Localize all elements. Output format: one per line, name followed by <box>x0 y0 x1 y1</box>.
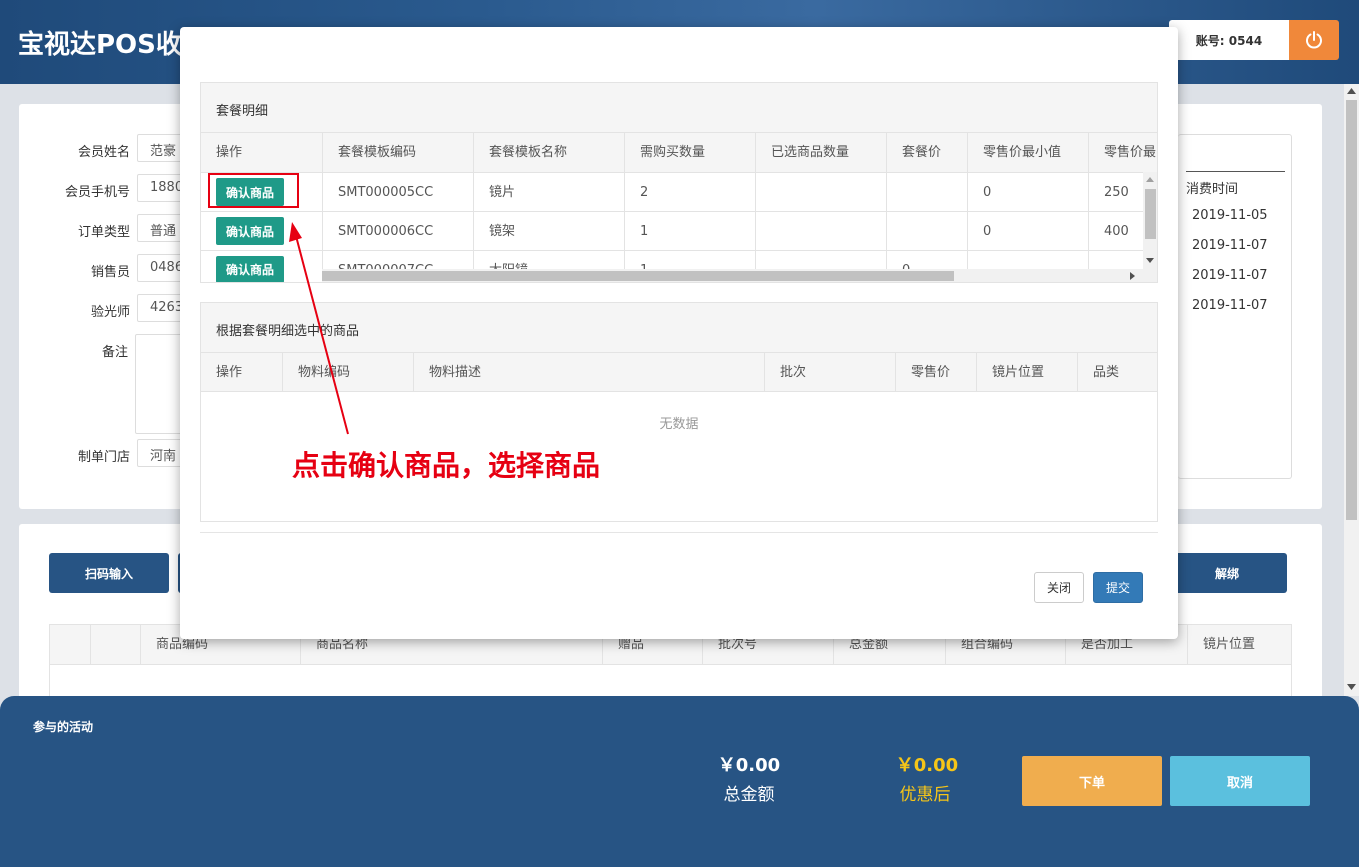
scroll-up-icon[interactable] <box>1347 88 1356 94</box>
package-cell: 250 <box>1088 172 1144 211</box>
scroll-down-icon[interactable] <box>1146 258 1154 263</box>
package-cell: 镜架 <box>473 211 624 250</box>
selected-table-header: 操作 物料编码 物料描述 批次 零售价 镜片位置 品类 <box>201 353 1157 392</box>
package-cell <box>967 250 1088 269</box>
no-data-text: 无数据 <box>659 417 699 432</box>
member-phone-label: 会员手机号 <box>64 185 130 200</box>
highlight-box <box>208 173 299 208</box>
consumption-history: 消费时间 2019-11-05 2019-11-07 2019-11-07 20… <box>1178 134 1292 479</box>
package-cell <box>755 172 886 211</box>
scroll-up-icon[interactable] <box>1146 177 1154 182</box>
order-type-label: 订单类型 <box>77 225 130 240</box>
package-cell <box>755 211 886 250</box>
package-cell: SMT000007CC <box>322 250 473 269</box>
package-cell <box>886 211 967 250</box>
history-date: 2019-11-07 <box>1192 298 1268 313</box>
package-table-vscroll[interactable] <box>1143 172 1157 269</box>
package-cell <box>755 250 886 269</box>
package-table-hscroll[interactable] <box>322 269 1157 282</box>
package-cell: SMT000005CC <box>322 172 473 211</box>
history-date: 2019-11-05 <box>1192 208 1268 223</box>
package-cell: 1 <box>624 250 755 269</box>
package-header-cell: 需购买数量 <box>624 133 755 172</box>
grid-header-cell: 镜片位置 <box>1187 625 1293 665</box>
scroll-right-icon[interactable] <box>1130 272 1135 280</box>
package-vscroll-thumb[interactable] <box>1145 189 1156 239</box>
package-cell: SMT000006CC <box>322 211 473 250</box>
modal-footer-divider <box>200 532 1158 533</box>
selected-header-cell: 物料描述 <box>413 353 764 392</box>
discount-label: 优惠后 <box>899 785 951 805</box>
power-icon <box>1306 31 1322 49</box>
package-section-title: 套餐明细 <box>201 83 1157 133</box>
selected-header-cell: 操作 <box>216 365 243 380</box>
history-date: 2019-11-07 <box>1192 268 1268 283</box>
package-header-cell: 零售价最 <box>1088 133 1157 172</box>
package-cell: 0 <box>967 172 1088 211</box>
close-button[interactable]: 关闭 <box>1034 572 1084 603</box>
package-header-cell: 套餐价 <box>886 133 967 172</box>
place-order-button[interactable]: 下单 <box>1022 756 1162 806</box>
page-scrollbar-thumb[interactable] <box>1346 100 1357 520</box>
package-cell: 2 <box>624 172 755 211</box>
cancel-order-button[interactable]: 取消 <box>1170 756 1310 806</box>
selected-header-cell: 镜片位置 <box>976 353 1077 392</box>
page-scrollbar[interactable] <box>1344 84 1359 696</box>
package-modal: 套餐明细 操作 套餐模板编码 套餐模板名称 需购买数量 已选商品数量 套餐价 零… <box>180 27 1178 639</box>
annotation-text: 点击确认商品，选择商品 <box>292 449 601 482</box>
package-cell <box>1088 250 1144 269</box>
remark-label: 备注 <box>101 345 128 360</box>
optometrist-label: 验光师 <box>90 305 130 320</box>
package-cell: 0 <box>967 211 1088 250</box>
package-cell: 太阳镜 <box>473 250 624 269</box>
salesperson-label: 销售员 <box>90 265 130 280</box>
unbind-button[interactable]: 解绑 <box>1167 553 1287 593</box>
package-cell: 400 <box>1088 211 1144 250</box>
selected-goods-section: 根据套餐明细选中的商品 操作 物料编码 物料描述 批次 零售价 镜片位置 品类 … <box>200 302 1158 522</box>
selected-header-cell: 物料编码 <box>282 353 413 392</box>
package-detail-section: 套餐明细 操作 套餐模板编码 套餐模板名称 需购买数量 已选商品数量 套餐价 零… <box>200 82 1158 283</box>
grid-header-cell <box>90 625 140 665</box>
package-hscroll-thumb[interactable] <box>322 271 954 281</box>
history-date: 2019-11-07 <box>1192 238 1268 253</box>
logout-button[interactable] <box>1289 20 1339 60</box>
selected-header-cell: 批次 <box>764 353 895 392</box>
scan-input-button[interactable]: 扫码输入 <box>49 553 169 593</box>
scroll-down-icon[interactable] <box>1347 684 1356 690</box>
checkout-footer: 参与的活动 ￥0.00 总金额 ￥0.00 优惠后 下单 取消 <box>0 696 1359 867</box>
selected-header-cell: 零售价 <box>895 353 976 392</box>
total-label: 总金额 <box>723 785 775 805</box>
package-cell <box>886 172 967 211</box>
submit-button[interactable]: 提交 <box>1093 572 1143 603</box>
history-column-header: 消费时间 <box>1186 182 1239 197</box>
confirm-goods-button[interactable]: 确认商品 <box>216 217 284 245</box>
package-header-cell: 零售价最小值 <box>967 133 1088 172</box>
package-header-cell: 套餐模板名称 <box>473 133 624 172</box>
confirm-goods-button[interactable]: 确认商品 <box>216 256 284 282</box>
history-header-divider <box>1186 171 1285 172</box>
activity-label: 参与的活动 <box>33 720 94 734</box>
selected-header-cell: 品类 <box>1077 353 1157 392</box>
account-label: 账号: 0544 <box>1169 20 1289 60</box>
package-cell: 镜片 <box>473 172 624 211</box>
store-label: 制单门店 <box>77 450 130 465</box>
discount-amount: ￥0.00 <box>895 755 959 776</box>
package-cell: 1 <box>624 211 755 250</box>
package-table-header: 操作 套餐模板编码 套餐模板名称 需购买数量 已选商品数量 套餐价 零售价最小值… <box>201 133 1157 172</box>
member-name-label: 会员姓名 <box>77 145 130 160</box>
package-cell: 0 <box>886 250 967 269</box>
package-header-cell: 套餐模板编码 <box>322 133 473 172</box>
selected-section-title: 根据套餐明细选中的商品 <box>201 303 1157 353</box>
package-header-cell: 操作 <box>216 145 243 160</box>
package-header-cell: 已选商品数量 <box>755 133 886 172</box>
total-amount: ￥0.00 <box>717 755 781 776</box>
